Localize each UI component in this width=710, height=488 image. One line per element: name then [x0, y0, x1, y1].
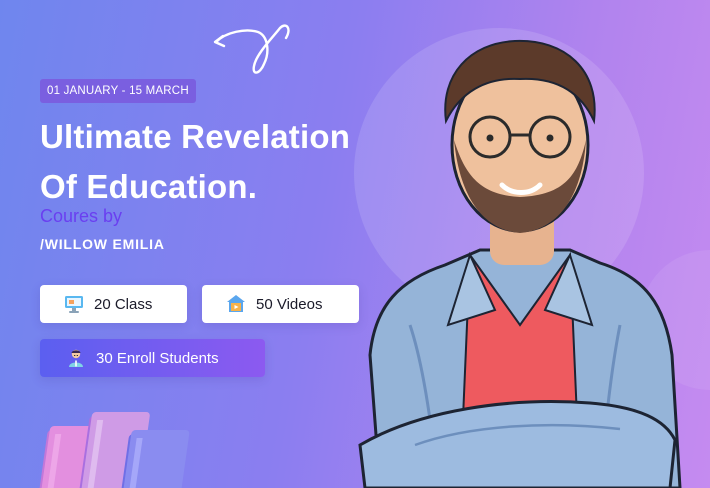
- headline-line: Ultimate Revelation: [40, 118, 351, 155]
- class-count-button[interactable]: 20 Class: [40, 285, 187, 323]
- books-illustration: [38, 412, 190, 488]
- enroll-students-button[interactable]: 30 Enroll Students: [40, 339, 265, 377]
- courses-by-label: Coures by: [40, 206, 123, 226]
- class-count-label: 20 Class: [94, 295, 153, 313]
- author-name: /WILLOW EMILIA: [40, 236, 165, 252]
- video-count-label: 50 Videos: [256, 295, 323, 313]
- course-banner: 01 JANUARY - 15 MARCH Ultimate Revelatio…: [0, 0, 710, 488]
- monitor-icon: [65, 296, 83, 313]
- headline-line: Of Education.: [40, 168, 258, 205]
- date-range-badge: 01 JANUARY - 15 MARCH: [40, 79, 196, 103]
- enroll-count-label: 30 Enroll Students: [96, 349, 219, 367]
- video-house-icon: [227, 295, 245, 312]
- curved-arrow-icon: [213, 24, 290, 74]
- student-icon: [69, 349, 83, 367]
- instructor-photo: [358, 39, 682, 488]
